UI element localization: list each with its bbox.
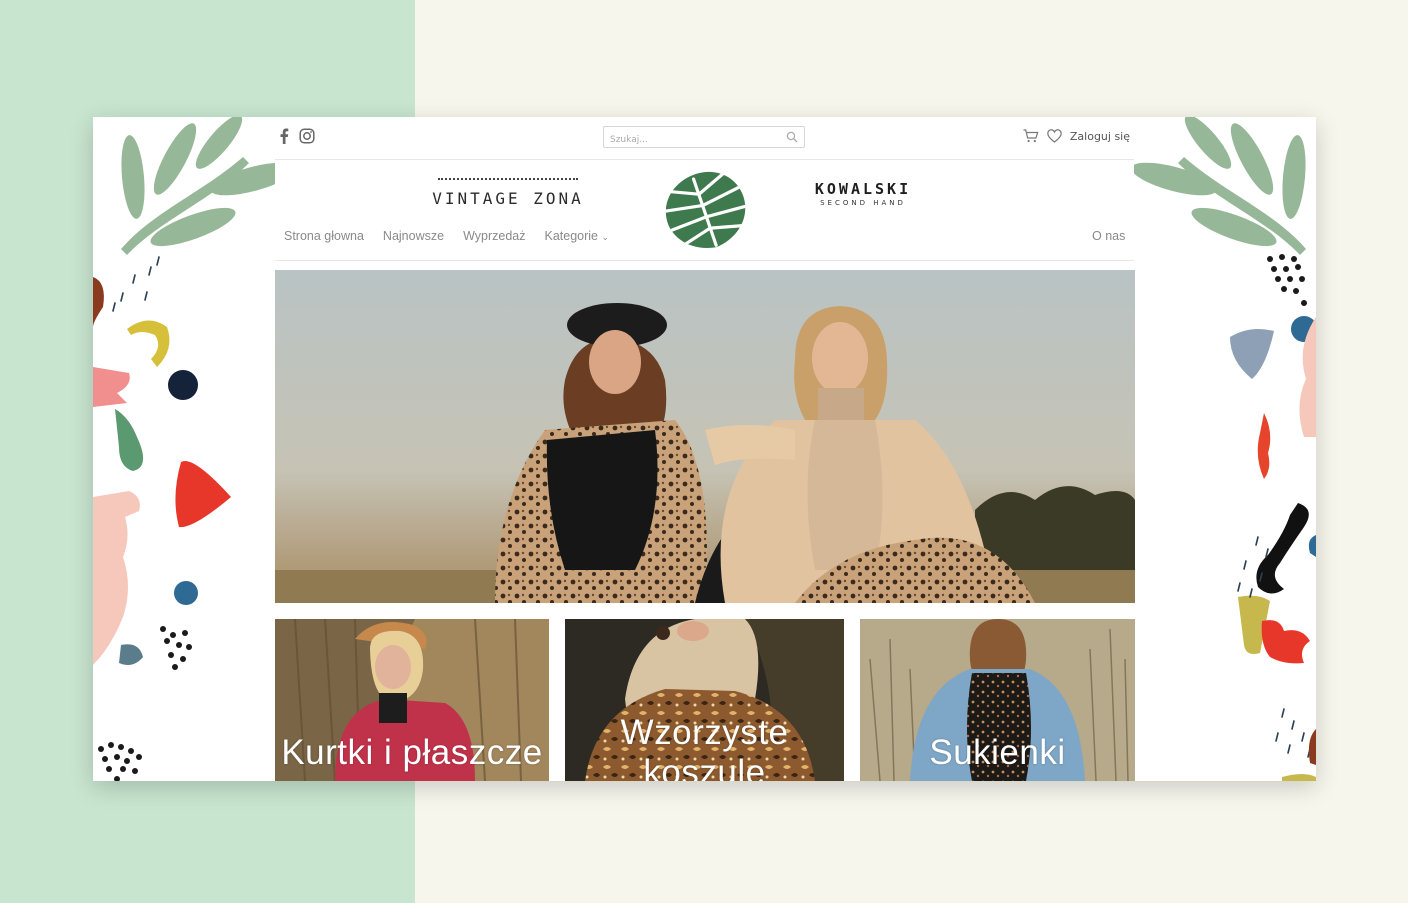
left-decoration [93,117,275,781]
left-branch-graphic [121,117,275,255]
category-tile-shirts[interactable]: Wzorzyste koszule [565,619,844,781]
vintage-zona-logo[interactable]: VINTAGE ZONA [418,178,598,208]
category-label: Wzorzyste koszule [620,713,789,781]
kowalski-logo-sub: SECOND HAND [820,199,906,207]
nav-sale[interactable]: Wyprzedaż [463,229,525,243]
website-screenshot-frame: Zaloguj się VINTAGE ZONA KOWALSKI SECO [93,117,1316,781]
right-decoration [1134,117,1316,781]
kowalski-logo-main: KOWALSKI [814,180,912,198]
search-input[interactable] [604,130,780,150]
facebook-link[interactable] [279,128,289,144]
right-branch-graphic [1134,117,1306,255]
chevron-down-icon: ⌄ [601,232,610,242]
category-tile-jackets[interactable]: Kurtki i płaszcze [275,619,549,781]
logo-ornament [438,178,578,183]
nav-divider [275,260,1134,261]
hero-banner[interactable] [275,270,1135,603]
search-box [603,126,805,150]
nav-categories[interactable]: Kategorie ⌄ [544,229,609,243]
nav-home[interactable]: Strona głowna [284,229,364,243]
main-nav: Strona głowna Najnowsze Wyprzedaż Katego… [284,229,609,243]
header-divider [275,159,1134,160]
vintage-zona-logo-text: VINTAGE ZONA [432,189,584,208]
search-icon[interactable] [786,131,798,143]
instagram-icon [299,128,315,144]
heart-icon[interactable] [1047,129,1062,143]
category-label: Sukienki [929,733,1066,772]
login-link[interactable]: Zaloguj się [1070,130,1130,143]
nav-about[interactable]: O nas [1092,229,1125,243]
nav-newest[interactable]: Najnowsze [383,229,444,243]
nav-categories-label: Kategorie [544,229,598,243]
instagram-link[interactable] [299,128,315,144]
top-bar: Zaloguj się [275,117,1134,159]
facebook-icon [280,128,289,144]
user-tools: Zaloguj się [1023,129,1130,143]
monstera-leaf-logo[interactable] [658,169,752,253]
social-links [279,128,315,144]
cart-icon[interactable] [1023,129,1039,143]
category-tile-dresses[interactable]: Sukienki [860,619,1135,781]
category-label: Kurtki i płaszcze [281,733,543,772]
kowalski-logo[interactable]: KOWALSKI SECOND HAND [808,180,918,207]
hero-photo [275,270,1135,603]
